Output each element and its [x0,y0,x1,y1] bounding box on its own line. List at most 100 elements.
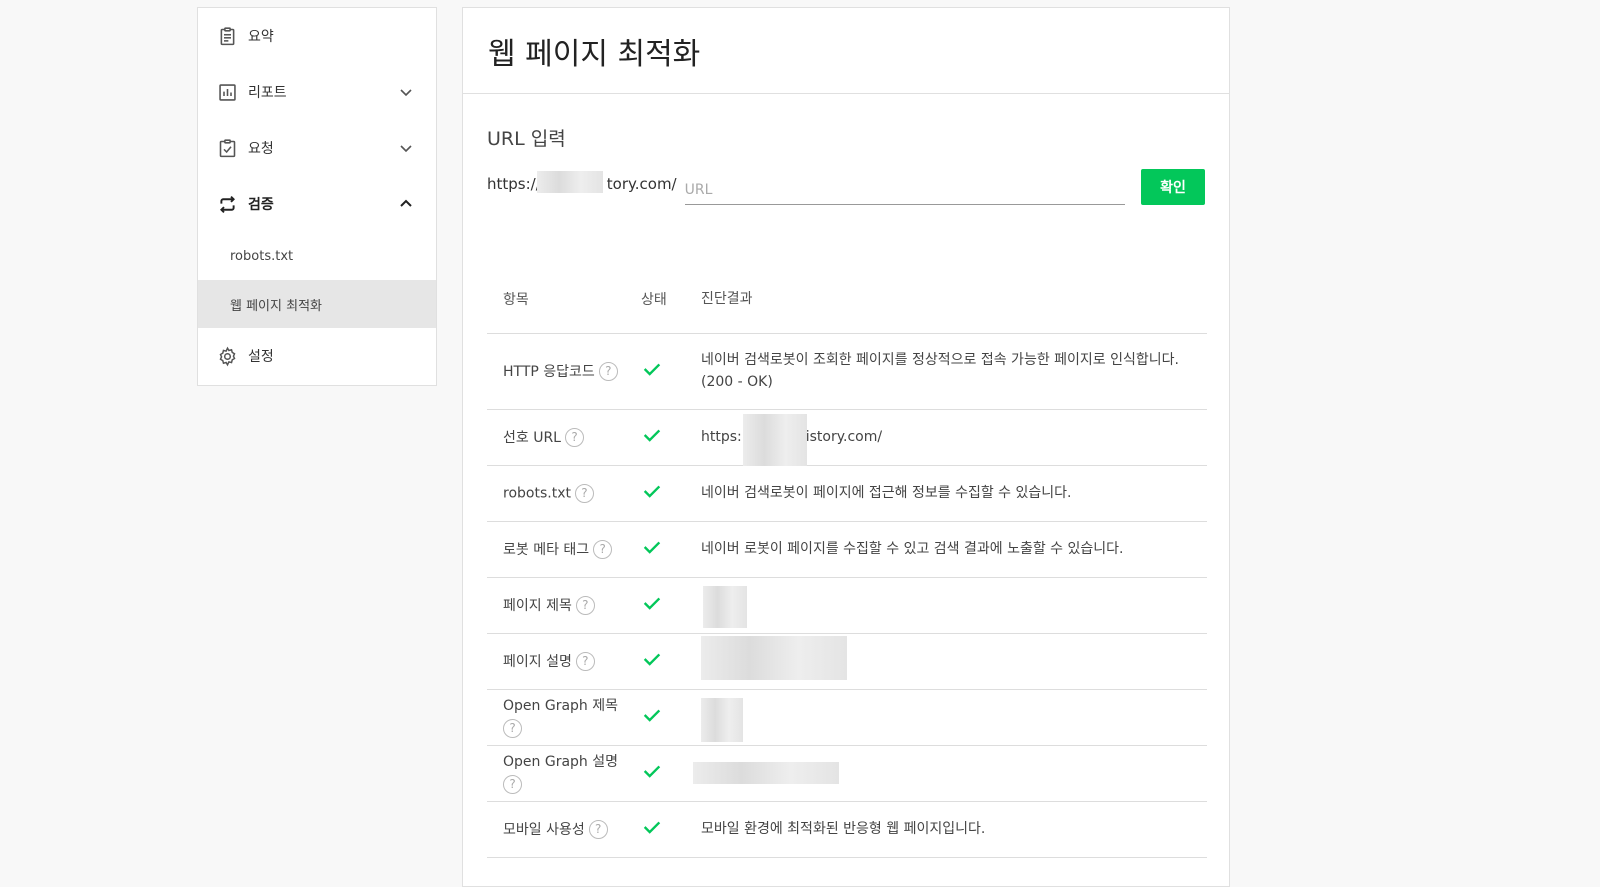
url-prefix: https:// tory.com/ [487,169,677,193]
url-heading: URL 입력 [487,128,566,150]
redacted-blur [743,413,807,466]
table-header-row: 항목 상태 진단결과 [487,265,1207,334]
table-row: 로봇 메타 태그? 네이버 로봇이 페이지를 수집할 수 있고 검색 결과에 노… [487,521,1207,578]
table-row: Open Graph 제목? [487,689,1207,746]
row-item: Open Graph 제목? [487,689,641,746]
help-icon[interactable]: ? [503,718,522,738]
clipboard-check-icon [216,137,238,159]
header-status: 상태 [641,265,701,334]
redacted-blur [701,697,743,742]
diagnosis-table: 항목 상태 진단결과 HTTP 응답코드? 네이버 검색로봇이 조회한 페이지를… [487,265,1207,858]
chevron-down-icon [400,89,412,97]
help-icon[interactable]: ? [593,540,613,560]
main-panel: 웹 페이지 최적화 URL 입력 https:// tory.com/ 확인 항목… [462,7,1230,887]
sidebar-item-label: 검증 [248,197,274,213]
check-icon [643,597,661,610]
help-icon[interactable]: ? [588,820,608,840]
help-icon[interactable]: ? [575,652,595,672]
url-prefix-start: https:// [487,175,541,193]
sidebar-item-summary[interactable]: 요약 [198,8,436,64]
row-item: 로봇 메타 태그? [487,521,641,578]
confirm-button[interactable]: 확인 [1141,169,1205,205]
check-icon [643,765,661,778]
gear-icon [216,345,238,367]
status-check [641,333,701,410]
row-item: 모바일 사용성? [487,801,641,858]
header-result: 진단결과 [701,265,1207,334]
table-row: 선호 URL? https: istory.com/ [487,409,1207,466]
check-icon [643,429,661,442]
sidebar-item-request[interactable]: 요청 [198,120,436,176]
row-item-label: Open Graph 설명 [503,754,618,770]
help-icon[interactable]: ? [598,362,618,382]
sidebar-subitem-label: 웹 페이지 최적화 [230,298,322,314]
redacted-blur [701,635,847,680]
table-row: 모바일 사용성? 모바일 환경에 최적화된 반응형 웹 페이지입니다. [487,801,1207,858]
row-result: 모바일 환경에 최적화된 반응형 웹 페이지입니다. [701,801,1207,858]
row-item-label: 선호 URL [503,429,561,446]
status-check [641,465,701,522]
check-icon [643,709,661,722]
table-row: 페이지 제목? [487,577,1207,634]
url-section: URL 입력 https:// tory.com/ 확인 [463,94,1229,209]
row-result [701,689,1207,746]
row-item-label: robots.txt [503,485,571,501]
sidebar-item-label: 요약 [248,29,274,45]
row-result-end: istory.com/ [805,429,883,445]
row-item: HTTP 응답코드? [487,333,641,410]
row-item-label: HTTP 응답코드 [503,363,595,380]
status-check [641,745,701,802]
table-row: 페이지 설명? [487,633,1207,690]
status-check [641,577,701,634]
row-item: robots.txt? [487,465,641,522]
check-icon [643,653,661,666]
redacted-blur [537,171,603,193]
status-check [641,521,701,578]
sidebar-subitem-web-optimization[interactable]: 웹 페이지 최적화 [198,280,436,328]
table-row: HTTP 응답코드? 네이버 검색로봇이 조회한 페이지를 정상적으로 접속 가… [487,333,1207,410]
row-item: 페이지 제목? [487,577,641,634]
sidebar-subitem-label: robots.txt [230,248,294,264]
sidebar-item-verify[interactable]: 검증 [198,176,436,232]
page-title: 웹 페이지 최적화 [488,36,701,72]
row-item-label: Open Graph 제목 [503,698,618,714]
header-item: 항목 [487,265,641,334]
sidebar: 요약 리포트 요청 검증 robots.txt 웹 페이지 최적화 설정 [197,7,437,386]
row-item-label: 로봇 메타 태그 [503,541,590,558]
row-item: 선호 URL? [487,409,641,466]
row-result: 네이버 검색로봇이 페이지에 접근해 정보를 수집할 수 있습니다. [701,465,1207,522]
sidebar-item-label: 요청 [248,141,274,157]
row-result-start: https: [701,429,742,445]
row-result [701,577,1207,634]
sidebar-item-report[interactable]: 리포트 [198,64,436,120]
check-icon [643,821,661,834]
row-result: https: istory.com/ [701,409,1207,466]
row-result: 네이버 로봇이 페이지를 수집할 수 있고 검색 결과에 노출할 수 있습니다. [701,521,1207,578]
status-check [641,689,701,746]
help-icon[interactable]: ? [503,774,522,794]
chevron-down-icon [400,145,412,153]
url-row: https:// tory.com/ 확인 [487,169,1205,209]
row-item-label: 모바일 사용성 [503,821,585,838]
bar-chart-icon [216,81,238,103]
row-item: Open Graph 설명? [487,745,641,802]
row-result: 네이버 검색로봇이 조회한 페이지를 정상적으로 접속 가능한 페이지로 인식합… [701,333,1207,410]
row-result [693,745,1207,802]
sidebar-item-label: 리포트 [248,85,287,101]
check-icon [643,485,661,498]
sidebar-subitem-robots[interactable]: robots.txt [198,232,436,280]
sidebar-item-settings[interactable]: 설정 [198,328,436,384]
row-item: 페이지 설명? [487,633,641,690]
table-row: Open Graph 설명? [487,745,1207,802]
help-icon[interactable]: ? [575,596,595,616]
status-check [641,409,701,466]
page-header: 웹 페이지 최적화 [463,8,1229,94]
repeat-icon [216,193,238,215]
help-icon[interactable]: ? [574,483,594,503]
url-input[interactable] [684,169,1125,205]
chevron-up-icon [400,199,412,207]
table-row: robots.txt? 네이버 검색로봇이 페이지에 접근해 정보를 수집할 수… [487,465,1207,522]
help-icon[interactable]: ? [565,428,584,448]
row-result [701,633,1207,690]
clipboard-icon [216,25,238,47]
